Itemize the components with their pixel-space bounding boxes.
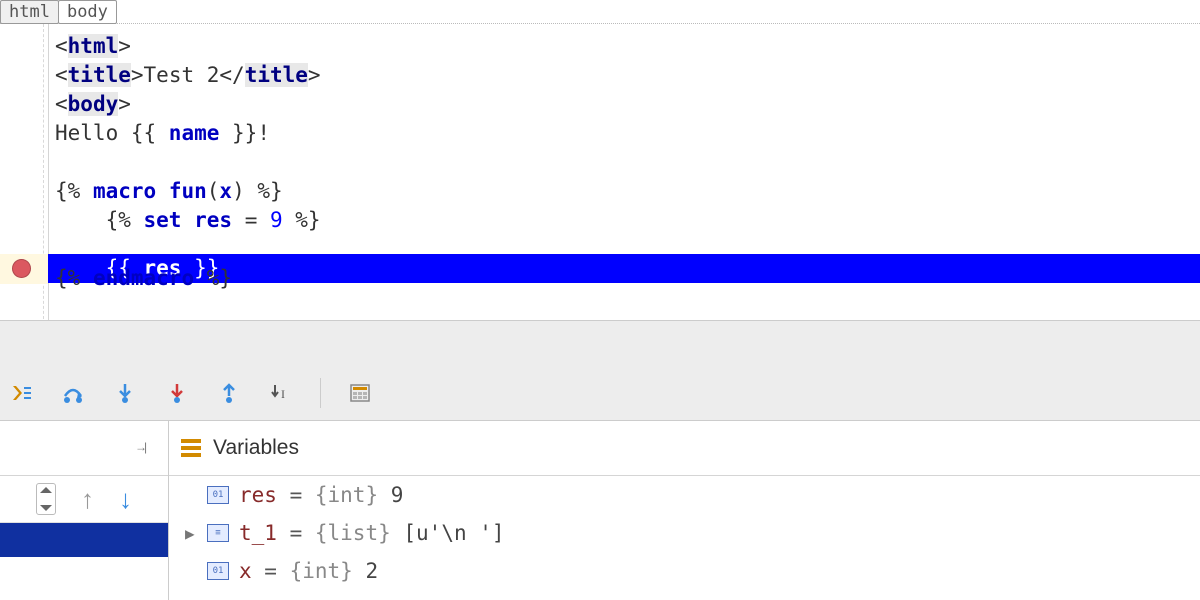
thread-stepper[interactable] <box>36 483 56 515</box>
frame-up-icon[interactable]: ↑ <box>81 484 94 515</box>
breadcrumb-item[interactable]: html <box>0 0 59 24</box>
frames-pane: →| ↑ ↓ <box>0 420 169 600</box>
show-execution-point-icon[interactable] <box>8 380 34 406</box>
run-to-cursor-icon[interactable]: I <box>268 380 294 406</box>
evaluate-expression-icon[interactable] <box>347 380 373 406</box>
step-into-icon[interactable] <box>112 380 138 406</box>
frame-down-icon[interactable]: ↓ <box>119 484 132 515</box>
variable-row[interactable]: 01 res = {int} 9 <box>169 476 1200 514</box>
primitive-icon: 01 <box>207 486 229 504</box>
variable-row[interactable]: 01 x = {int} 2 <box>169 552 1200 590</box>
code-editor[interactable]: {{ res }} <html> <title>Test 2</title> <… <box>0 23 1200 24</box>
svg-text:I: I <box>281 387 285 401</box>
breadcrumb-item[interactable]: body <box>58 0 117 24</box>
step-over-icon[interactable] <box>60 380 86 406</box>
debug-toolbar: I <box>0 365 1200 421</box>
code-content[interactable]: <html> <title>Test 2</title> <body> Hell… <box>55 32 321 293</box>
breadcrumb: html body <box>0 0 116 24</box>
breakpoint-icon[interactable] <box>12 259 31 278</box>
collapse-icon[interactable]: →| <box>135 440 163 458</box>
variable-row[interactable]: ▶ ≡ t_1 = {list} [u'\n '] <box>169 514 1200 552</box>
frame-selected[interactable] <box>0 523 168 557</box>
variables-list[interactable]: 01 res = {int} 9 ▶ ≡ t_1 = {list} [u'\n … <box>169 476 1200 590</box>
step-out-icon[interactable] <box>216 380 242 406</box>
force-step-into-icon[interactable] <box>164 380 190 406</box>
primitive-icon: 01 <box>207 562 229 580</box>
variables-pane: Variables 01 res = {int} 9 ▶ ≡ t_1 = {li… <box>169 420 1200 600</box>
expand-icon[interactable]: ▶ <box>185 524 207 543</box>
variables-icon <box>181 439 201 457</box>
list-icon: ≡ <box>207 524 229 542</box>
variables-title: Variables <box>213 436 299 460</box>
